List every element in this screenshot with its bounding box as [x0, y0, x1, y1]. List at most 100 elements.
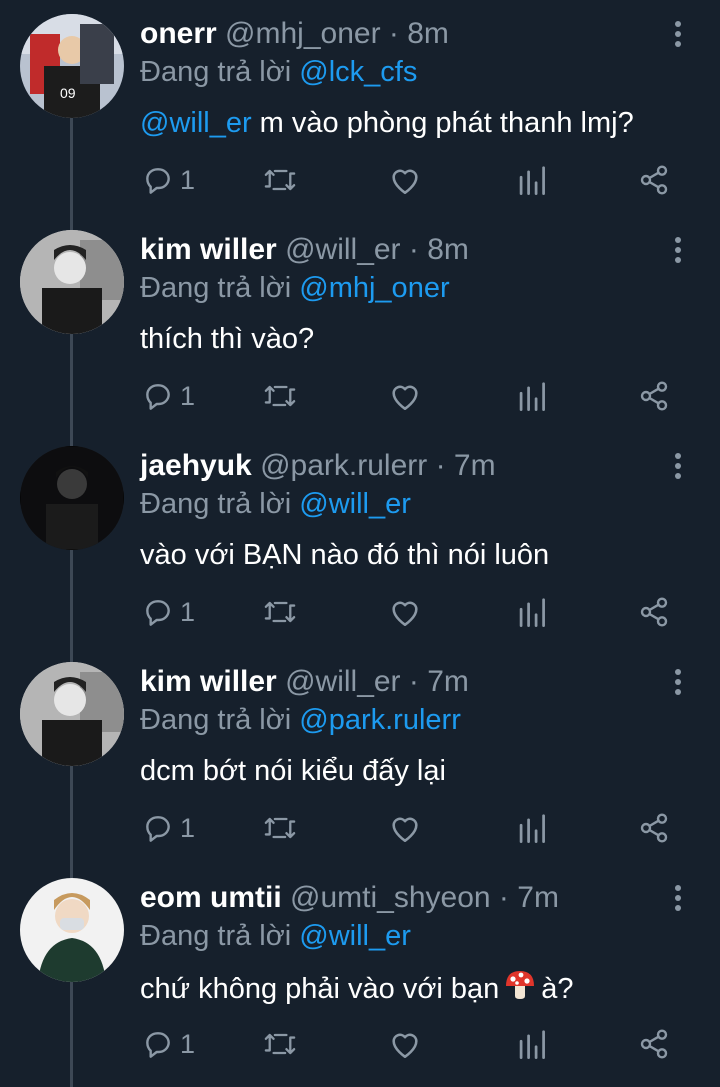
more-options-icon[interactable] [664, 668, 692, 698]
avatar[interactable] [20, 230, 124, 334]
reply-button[interactable]: 1 [142, 366, 195, 426]
reply-icon [146, 168, 170, 194]
avatar[interactable] [20, 662, 124, 766]
share-button[interactable] [638, 150, 670, 210]
replying-to-label: Đang trả lời [140, 920, 292, 952]
separator: · [400, 665, 428, 698]
author-handle[interactable]: @mhj_oner [225, 17, 381, 50]
author-name[interactable]: onerr [140, 17, 217, 50]
reply-count: 1 [180, 164, 196, 195]
analytics-icon [519, 382, 545, 411]
replying-to-label: Đang trả lời [140, 704, 292, 736]
share-icon [640, 813, 668, 843]
reply-icon [146, 384, 170, 410]
share-button[interactable] [638, 366, 670, 426]
like-button[interactable] [388, 150, 422, 210]
analytics-button[interactable] [518, 798, 546, 858]
tweet[interactable]: kim willer @will_er · 7m Đang trả lời @p… [0, 648, 720, 864]
like-button[interactable] [388, 582, 422, 642]
like-button[interactable] [388, 366, 422, 426]
retweet-button[interactable] [262, 798, 298, 858]
share-icon [640, 165, 668, 195]
author-handle[interactable]: @park.rulerr [260, 449, 427, 482]
replying-to-handle[interactable]: @will_er [299, 488, 411, 520]
tweet-text-end: à? [541, 973, 574, 1005]
more-options-icon[interactable] [664, 452, 692, 482]
analytics-button[interactable] [518, 582, 546, 642]
retweet-button[interactable] [262, 1014, 298, 1074]
tweet[interactable]: kim willer @will_er · 8m Đang trả lời @m… [0, 216, 720, 432]
separator: · [400, 233, 428, 266]
reply-icon [146, 600, 170, 626]
author-name[interactable]: jaehyuk [140, 449, 252, 482]
retweet-button[interactable] [262, 582, 298, 642]
analytics-button[interactable] [518, 366, 546, 426]
timestamp[interactable]: 7m [454, 449, 496, 482]
replying-to: Đang trả lời @will_er [140, 486, 411, 522]
like-button[interactable] [388, 1014, 422, 1074]
reply-count: 1 [180, 1028, 196, 1059]
tweet[interactable]: 09 onerr @mhj_oner · 8m Đang trả lời @lc… [0, 0, 720, 216]
action-bar: 1 [0, 798, 720, 858]
action-bar: 1 [0, 366, 720, 426]
share-button[interactable] [638, 582, 670, 642]
replying-to-label: Đang trả lời [140, 488, 292, 520]
author-handle[interactable]: @umti_shyeon [290, 881, 491, 914]
avatar[interactable] [20, 446, 124, 550]
timestamp[interactable]: 8m [427, 233, 469, 266]
analytics-button[interactable] [518, 150, 546, 210]
heart-icon [392, 817, 418, 843]
timestamp[interactable]: 7m [517, 881, 559, 914]
replying-to-handle[interactable]: @park.rulerr [299, 704, 461, 736]
replying-to-handle[interactable]: @mhj_oner [299, 272, 449, 304]
retweet-icon [264, 169, 296, 191]
analytics-button[interactable] [518, 1014, 546, 1074]
tweet-text: @will_er m vào phòng phát thanh lmj? [140, 104, 634, 142]
analytics-icon [519, 166, 545, 195]
heart-icon [392, 1033, 418, 1059]
replying-to-handle[interactable]: @lck_cfs [299, 56, 417, 88]
author-handle[interactable]: @will_er [285, 233, 400, 266]
tweet-text-content: chứ không phải vào với bạn [140, 973, 500, 1005]
reply-count: 1 [180, 812, 196, 843]
share-button[interactable] [638, 1014, 670, 1074]
reply-button[interactable]: 1 [142, 150, 195, 210]
retweet-button[interactable] [262, 366, 298, 426]
replying-to-handle[interactable]: @will_er [299, 920, 411, 952]
tweet[interactable]: eom umtii @umti_shyeon · 7m Đang trả lời… [0, 864, 720, 1080]
author-name[interactable]: kim willer [140, 233, 277, 266]
more-options-icon[interactable] [664, 884, 692, 914]
avatar[interactable]: 09 [20, 14, 124, 118]
retweet-icon [264, 817, 296, 839]
timestamp[interactable]: 7m [427, 665, 469, 698]
action-bar: 1 [0, 582, 720, 642]
timestamp[interactable]: 8m [407, 17, 449, 50]
reply-button[interactable]: 1 [142, 798, 195, 858]
separator: · [490, 881, 518, 914]
analytics-icon [519, 1030, 545, 1059]
retweet-icon [264, 601, 296, 623]
author-name[interactable]: kim willer [140, 665, 277, 698]
heart-icon [392, 169, 418, 195]
author-name[interactable]: eom umtii [140, 881, 282, 914]
reply-button[interactable]: 1 [142, 1014, 195, 1074]
tweet[interactable]: jaehyuk @park.rulerr · 7m Đang trả lời @… [0, 432, 720, 648]
heart-icon [392, 385, 418, 411]
more-options-icon[interactable] [664, 236, 692, 266]
more-options-icon[interactable] [664, 20, 692, 50]
mention-link[interactable]: @will_er [140, 107, 252, 139]
reply-button[interactable]: 1 [142, 582, 195, 642]
avatar[interactable] [20, 878, 124, 982]
tweet-text: thích thì vào? [140, 323, 315, 355]
like-button[interactable] [388, 798, 422, 858]
tweet-text: vào với BẠN nào đó thì nói luôn [140, 539, 550, 571]
analytics-icon [519, 598, 545, 627]
share-button[interactable] [638, 798, 670, 858]
share-icon [640, 381, 668, 411]
heart-icon [392, 601, 418, 627]
author-handle[interactable]: @will_er [285, 665, 400, 698]
tweet-text: dcm bớt nói kiểu đấy lại [140, 755, 446, 787]
retweet-button[interactable] [262, 150, 298, 210]
tweet-text: chứ không phải vào với bạn à? [140, 968, 574, 1012]
action-bar: 1 [0, 150, 720, 210]
